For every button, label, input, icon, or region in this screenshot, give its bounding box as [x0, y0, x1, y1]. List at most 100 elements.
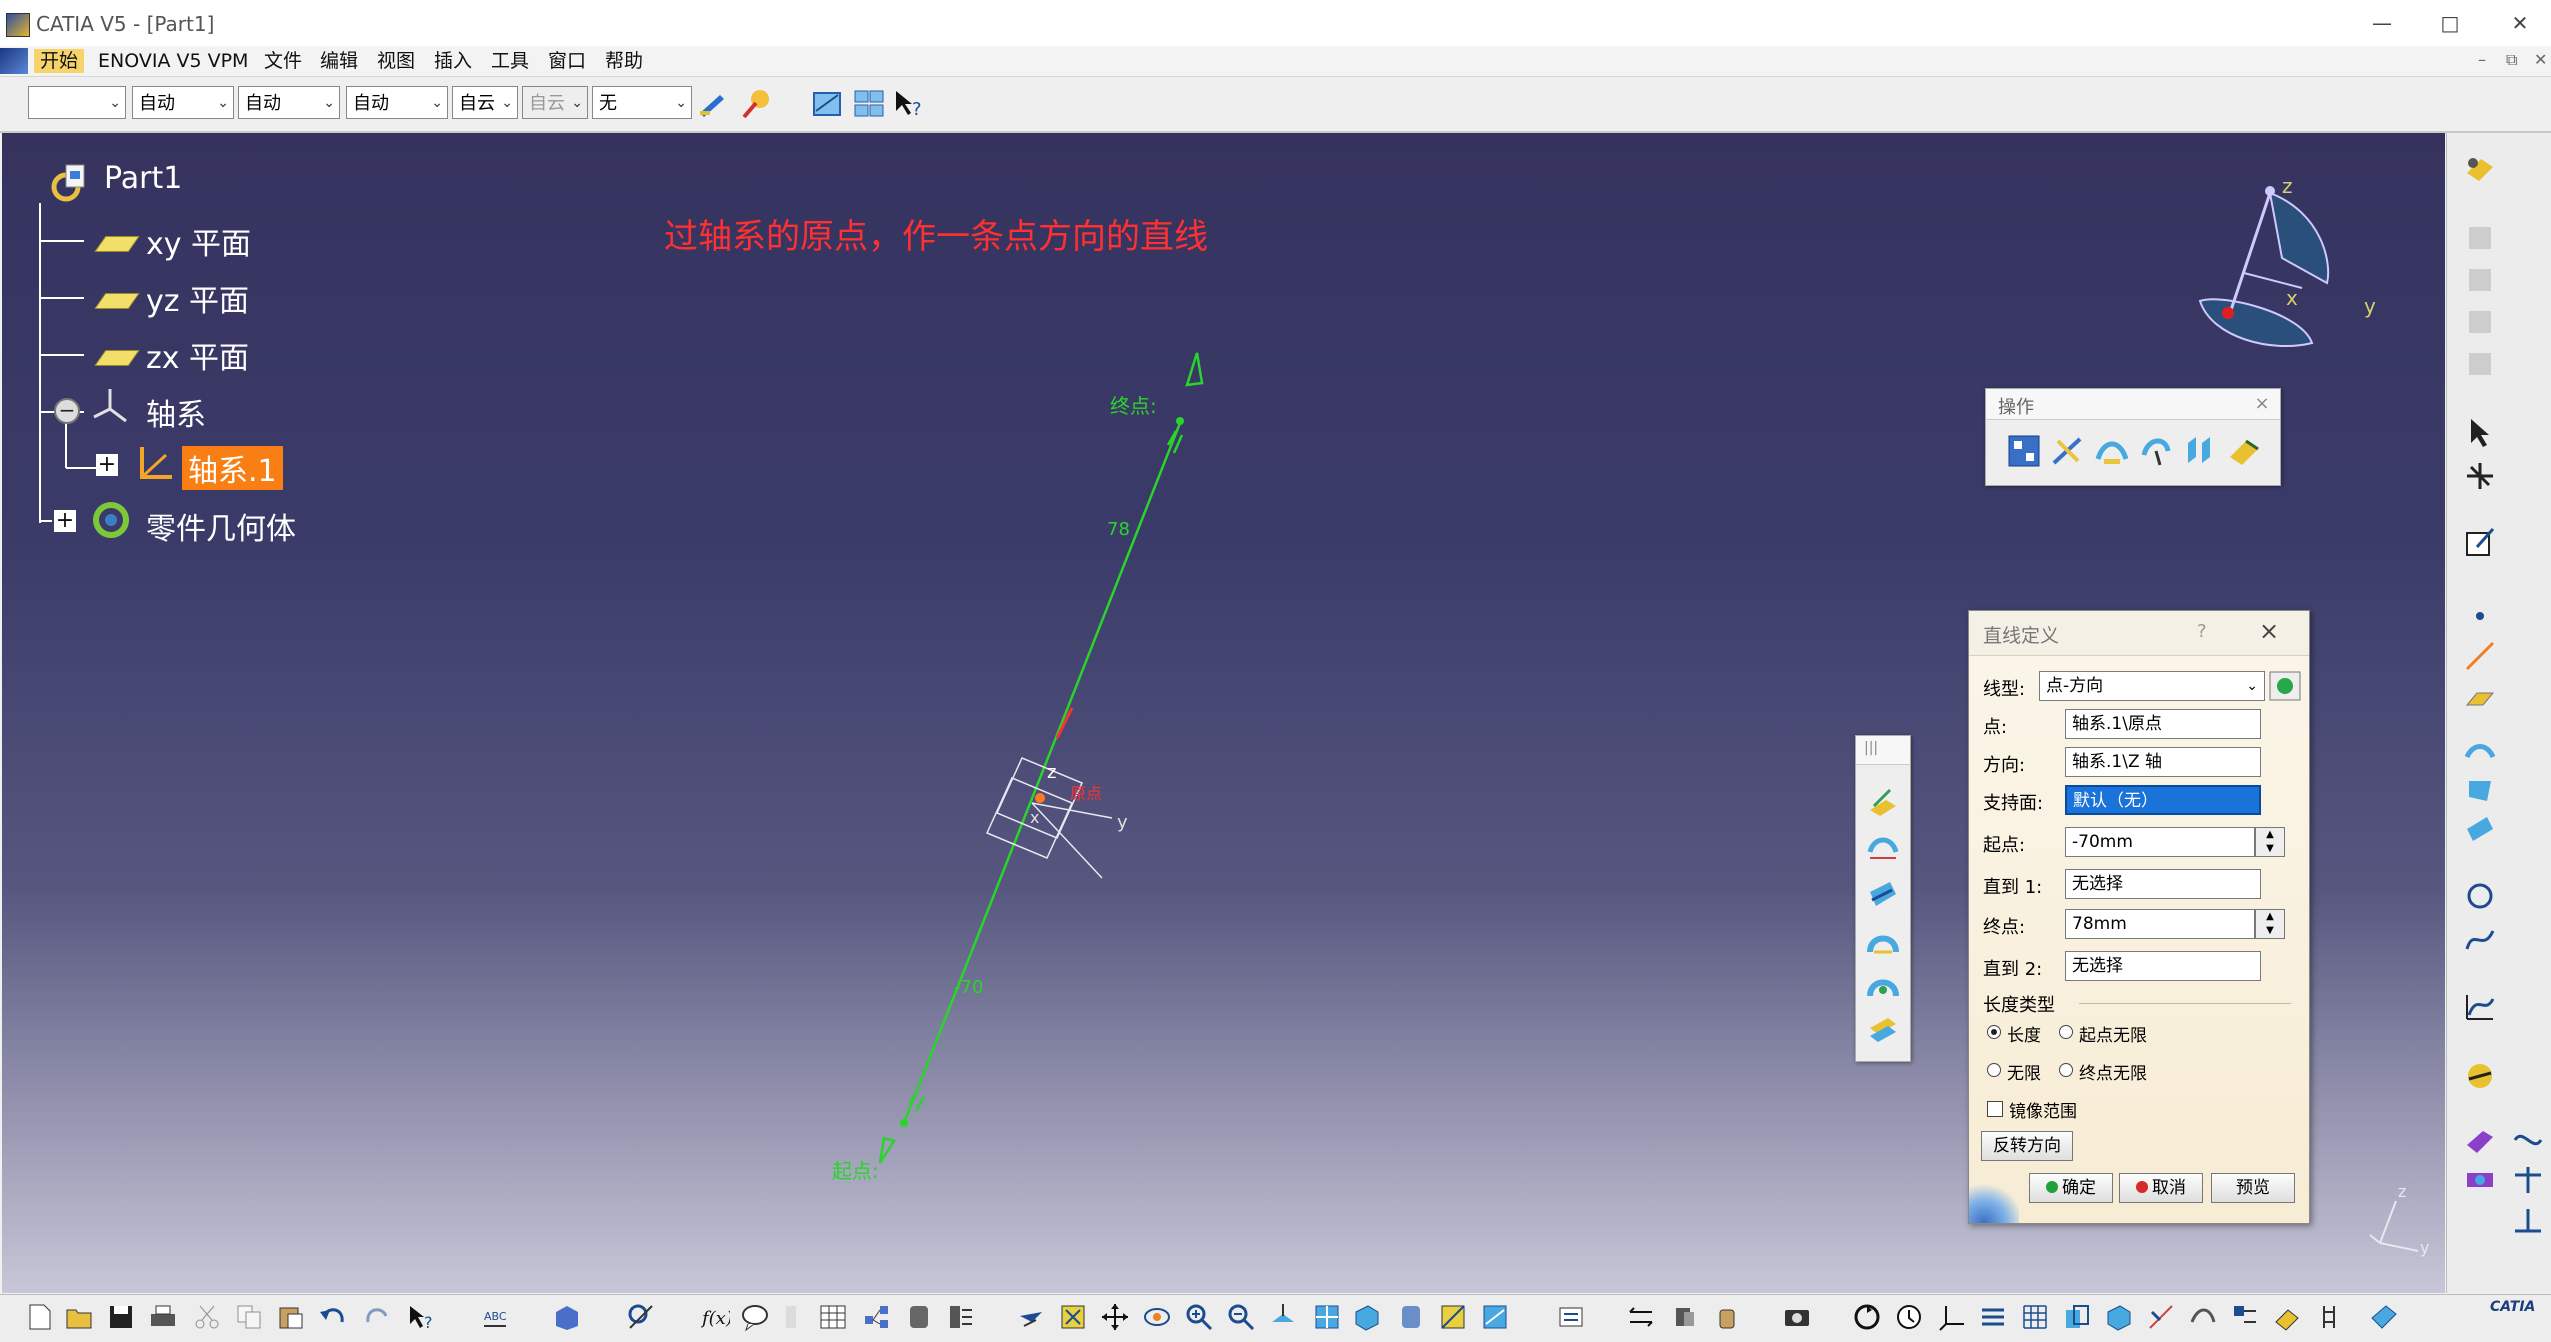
- measure-icon[interactable]: [626, 1302, 656, 1332]
- transparency-combo[interactable]: 自动 ⌄: [132, 86, 234, 119]
- body-transfer-icon[interactable]: [1670, 1302, 1700, 1332]
- print-icon[interactable]: [148, 1302, 178, 1332]
- reaction-icon[interactable]: [946, 1302, 976, 1332]
- catia-menu-logo-icon[interactable]: [0, 48, 28, 74]
- menu-help[interactable]: 帮助: [599, 49, 649, 73]
- menu-window[interactable]: 窗口: [542, 49, 592, 73]
- camera-icon[interactable]: [1782, 1302, 1812, 1332]
- power-copy-icon[interactable]: [2272, 1302, 2302, 1332]
- radio-length[interactable]: [1987, 1025, 2001, 1039]
- pan-icon[interactable]: [1100, 1302, 1130, 1332]
- save-icon[interactable]: [106, 1302, 136, 1332]
- parallel-icon[interactable]: [1626, 1302, 1656, 1332]
- undo-icon[interactable]: [318, 1302, 348, 1332]
- small-toolbar-grip[interactable]: |||: [1864, 740, 1878, 756]
- open-folder-icon[interactable]: [64, 1302, 94, 1332]
- tree-item-axis-systems[interactable]: 轴系: [146, 390, 206, 434]
- menu-insert[interactable]: 插入: [428, 49, 478, 73]
- doc-restore-icon[interactable]: ⧉: [2506, 50, 2517, 70]
- fillet-icon[interactable]: [2463, 1059, 2497, 1093]
- fly-mode-icon[interactable]: [1016, 1302, 1046, 1332]
- healing-icon[interactable]: [2050, 433, 2086, 469]
- multi-section-surface-icon[interactable]: [1866, 1012, 1900, 1046]
- tree-item-xy-plane[interactable]: xy 平面: [146, 219, 251, 263]
- dialog-help-icon[interactable]: ?: [2197, 621, 2207, 642]
- preview-button[interactable]: 预览: [2211, 1173, 2295, 1203]
- expand-toggle-icon[interactable]: +: [96, 454, 118, 476]
- help-icon[interactable]: ?: [406, 1302, 436, 1332]
- doc-minimize-icon[interactable]: –: [2478, 50, 2486, 69]
- end-value-field[interactable]: 78mm: [2065, 909, 2255, 939]
- tree-item-zx-plane[interactable]: zx 平面: [146, 333, 249, 377]
- hide-show-icon[interactable]: [1438, 1302, 1468, 1332]
- fill-surface-icon[interactable]: [1866, 968, 1900, 1002]
- lock-knowledge-icon[interactable]: [776, 1302, 806, 1332]
- sweep-surface-icon[interactable]: [1866, 924, 1900, 958]
- multi-window-icon[interactable]: [852, 87, 886, 121]
- doc-close-icon[interactable]: ✕: [2534, 50, 2547, 69]
- stack-icon[interactable]: [1978, 1302, 2008, 1332]
- menu-tools[interactable]: 工具: [485, 49, 535, 73]
- end-point-label[interactable]: 终点:: [1110, 394, 1157, 418]
- extract-icon[interactable]: [2226, 433, 2262, 469]
- compass-widget[interactable]: z x y: [2182, 163, 2402, 373]
- iso-view-icon[interactable]: [1352, 1302, 1382, 1332]
- maximize-icon[interactable]: □: [2420, 8, 2480, 38]
- menu-view[interactable]: 视图: [371, 49, 421, 73]
- redo-icon[interactable]: [362, 1302, 392, 1332]
- menu-edit[interactable]: 编辑: [314, 49, 364, 73]
- reverse-direction-button[interactable]: 反转方向: [1981, 1131, 2073, 1161]
- shading-icon[interactable]: [1396, 1302, 1426, 1332]
- capture-icon[interactable]: [1712, 1302, 1742, 1332]
- whats-this-help-icon[interactable]: ?: [892, 87, 926, 121]
- text-annotation-icon[interactable]: ABC: [480, 1302, 510, 1332]
- cut-icon[interactable]: [192, 1302, 222, 1332]
- join-icon[interactable]: [2006, 433, 2042, 469]
- tree-root-part1[interactable]: Part1: [104, 161, 182, 196]
- surface-analysis-icon[interactable]: [2368, 1302, 2398, 1332]
- zoom-out-icon[interactable]: [1226, 1302, 1256, 1332]
- ok-button[interactable]: 确定: [2029, 1173, 2113, 1203]
- workbench-switch-icon[interactable]: [2463, 153, 2497, 187]
- dimension-top-label[interactable]: 78: [1107, 519, 1130, 540]
- close-surface-icon[interactable]: [2463, 1163, 2497, 1197]
- thickness-icon[interactable]: [2463, 1123, 2497, 1157]
- normal-view-icon[interactable]: [1268, 1302, 1298, 1332]
- transform-icon[interactable]: [2511, 1123, 2545, 1157]
- snap-icon[interactable]: [2146, 1302, 2176, 1332]
- part-document-icon[interactable]: [48, 161, 92, 205]
- constraint-icon[interactable]: [2188, 1302, 2218, 1332]
- sketcher-icon[interactable]: [2463, 525, 2497, 559]
- scaling-icon[interactable]: [2511, 1203, 2545, 1237]
- revolve-surface-icon[interactable]: [1866, 832, 1900, 866]
- start-spinner[interactable]: ▲ ▼: [2255, 827, 2285, 857]
- line-type-select[interactable]: 点-方向 ⌄: [2039, 671, 2265, 701]
- line-thickness-combo[interactable]: 自动 ⌄: [238, 86, 340, 119]
- offset-surface-icon[interactable]: [1866, 878, 1900, 912]
- start-value-field[interactable]: -70mm: [2065, 827, 2255, 857]
- point-type-combo[interactable]: 自云 ⌄: [452, 86, 518, 119]
- menu-file[interactable]: 文件: [258, 49, 308, 73]
- mirror-checkbox[interactable]: [1987, 1101, 2003, 1117]
- collapse-toggle-icon[interactable]: −: [54, 398, 80, 424]
- new-file-icon[interactable]: [24, 1302, 54, 1332]
- copy-icon[interactable]: [234, 1302, 264, 1332]
- disassemble-icon[interactable]: [2138, 433, 2174, 469]
- analysis-icon[interactable]: [2463, 989, 2497, 1023]
- radio-end-infinite[interactable]: [2059, 1063, 2073, 1077]
- untrim-icon[interactable]: [2094, 433, 2130, 469]
- check-icon[interactable]: [904, 1302, 934, 1332]
- circle-tool-icon[interactable]: [2463, 879, 2497, 913]
- ops-panel-close-icon[interactable]: ×: [2250, 393, 2274, 415]
- menu-start[interactable]: 开始: [34, 49, 85, 73]
- properties-brush-icon[interactable]: [740, 87, 774, 121]
- direction-field[interactable]: 轴系.1\Z 轴: [2065, 747, 2261, 777]
- extrude-surface-icon[interactable]: [1866, 786, 1900, 820]
- layer-combo[interactable]: 无 ⌄: [592, 86, 692, 119]
- grid-icon[interactable]: [2020, 1302, 2050, 1332]
- paste-icon[interactable]: [276, 1302, 306, 1332]
- instantiate-icon[interactable]: [2230, 1302, 2260, 1332]
- radio-start-infinite[interactable]: [2059, 1025, 2073, 1039]
- minimize-icon[interactable]: —: [2352, 8, 2412, 38]
- dialog-close-icon[interactable]: ×: [2259, 617, 2279, 645]
